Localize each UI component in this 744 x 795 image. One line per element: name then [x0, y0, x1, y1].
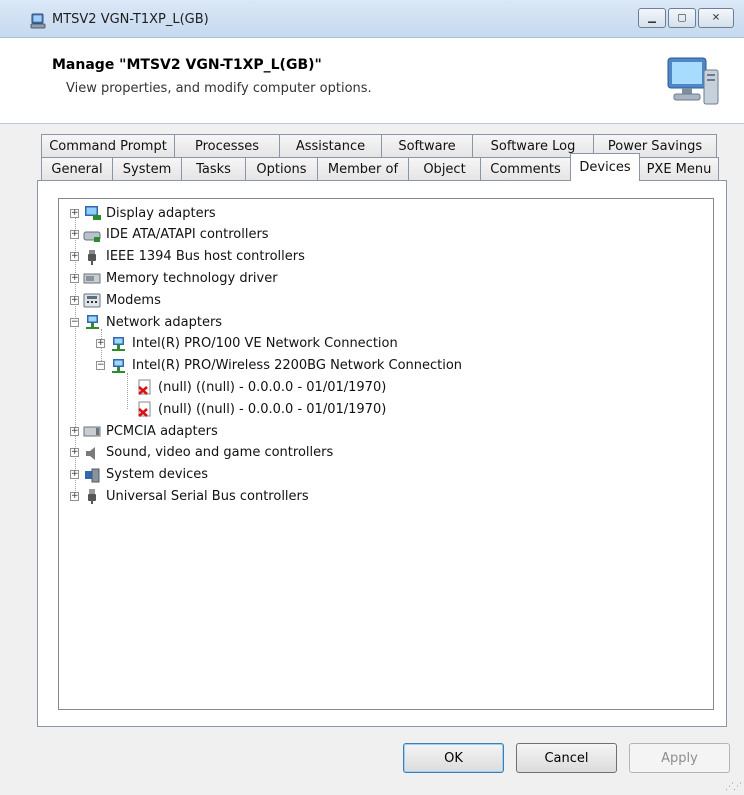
tab-comments[interactable]: Comments [480, 157, 571, 181]
maximize-icon: ▢ [677, 12, 687, 24]
ieee1394-icon [88, 249, 96, 265]
expand-icon[interactable]: + [70, 252, 79, 262]
tab-member-of[interactable]: Member of [317, 157, 409, 181]
tree-item-label: Intel(R) PRO/100 VE Network Connection [132, 336, 398, 352]
window-controls: ▁ ▢ ✕ [638, 8, 734, 28]
tree-item[interactable]: + Modems [70, 290, 161, 310]
tree-item[interactable]: + System devices [70, 465, 208, 485]
tree-item-label: Display adapters [106, 205, 216, 221]
speaker-icon [86, 446, 95, 460]
tree-item-label: Modems [106, 292, 161, 308]
ide-controller-icon [83, 231, 101, 242]
computer-header-icon [667, 57, 719, 105]
tree-item[interactable]: + Intel(R) PRO/100 VE Network Connection [96, 334, 398, 354]
collapse-icon[interactable]: − [96, 361, 105, 371]
pcmcia-icon [83, 426, 101, 437]
tab-pxe-menu[interactable]: PXE Menu [639, 157, 719, 181]
minimize-button[interactable]: ▁ [638, 8, 666, 28]
resize-grip-icon[interactable]: ⋰⋰ [725, 782, 742, 792]
tab-general[interactable]: General [41, 157, 113, 181]
window-title: MTSV2 VGN-T1XP_L(GB) [52, 12, 209, 27]
close-button[interactable]: ✕ [698, 8, 734, 28]
tree-item[interactable]: + IDE ATA/ATAPI controllers [70, 225, 269, 245]
tree-item-label: Sound, video and game controllers [106, 445, 334, 461]
memory-icon [83, 273, 101, 284]
error-document-icon [138, 379, 151, 396]
tab-tasks[interactable]: Tasks [181, 157, 246, 181]
expand-icon[interactable]: + [70, 448, 79, 458]
tab-row-bottom: General System Tasks Options Member of O… [41, 153, 719, 181]
expand-icon[interactable]: + [70, 273, 79, 283]
tree-item[interactable]: − Intel(R) PRO/Wireless 2200BG Network Co… [96, 356, 462, 376]
tree-item[interactable]: (null) ((null) - 0.0.0.0 - 01/01/1970) [122, 377, 386, 397]
tree-item-label: IEEE 1394 Bus host controllers [106, 249, 305, 265]
tab-object[interactable]: Object [408, 157, 481, 181]
tab-software[interactable]: Software [381, 134, 473, 158]
usb-icon [88, 489, 96, 505]
tab-command-prompt[interactable]: Command Prompt [41, 134, 175, 158]
header-title: Manage "MTSV2 VGN-T1XP_L(GB)" [52, 57, 322, 73]
maximize-button[interactable]: ▢ [668, 8, 696, 28]
tab-assistance[interactable]: Assistance [279, 134, 382, 158]
expand-icon[interactable]: + [70, 470, 79, 480]
cancel-button[interactable]: Cancel [516, 743, 617, 773]
tab-options[interactable]: Options [245, 157, 318, 181]
computer-icon [30, 13, 46, 29]
tab-processes[interactable]: Processes [174, 134, 280, 158]
expand-icon[interactable]: + [70, 295, 79, 305]
tree-item-label: System devices [106, 467, 209, 483]
tree-item[interactable]: + Memory technology driver [70, 268, 278, 288]
error-document-icon [138, 401, 151, 418]
title-bar[interactable]: MTSV2 VGN-T1XP_L(GB) ▁ ▢ ✕ [0, 0, 744, 38]
tree-item[interactable]: + Universal Serial Bus controllers [70, 486, 309, 506]
expand-icon[interactable]: + [70, 426, 79, 436]
tree-item-label: (null) ((null) - 0.0.0.0 - 01/01/1970) [158, 379, 387, 395]
tree-item-label: Intel(R) PRO/Wireless 2200BG Network Con… [132, 358, 463, 374]
tree-item[interactable]: − Network adapters [70, 312, 222, 332]
tree-item[interactable]: + PCMCIA adapters [70, 421, 218, 441]
close-icon: ✕ [711, 12, 721, 24]
tree-item[interactable]: + Sound, video and game controllers [70, 443, 333, 463]
network-adapter-icon [112, 336, 125, 351]
minimize-icon: ▁ [648, 12, 656, 24]
modem-icon [83, 293, 101, 308]
expand-icon[interactable]: + [70, 230, 79, 240]
tree-item-label: IDE ATA/ATAPI controllers [106, 227, 269, 243]
ok-button[interactable]: OK [403, 743, 504, 773]
header-subtitle: View properties, and modify computer opt… [66, 81, 372, 96]
tree-item-label: Universal Serial Bus controllers [106, 488, 309, 504]
tree-item-label: (null) ((null) - 0.0.0.0 - 01/01/1970) [158, 401, 387, 417]
display-adapter-icon [85, 206, 101, 220]
expand-icon[interactable]: + [96, 339, 105, 349]
tree-item-label: Memory technology driver [106, 270, 278, 286]
network-adapter-icon [112, 358, 125, 373]
expand-icon[interactable]: + [70, 491, 79, 501]
expand-icon[interactable]: + [70, 208, 79, 218]
tree-item[interactable]: + Display adapters [70, 203, 216, 223]
apply-button[interactable]: Apply [629, 743, 730, 773]
dialog-header: Manage "MTSV2 VGN-T1XP_L(GB)" View prope… [0, 38, 744, 124]
tree-item-label: Network adapters [106, 314, 223, 330]
tree-item-label: PCMCIA adapters [106, 423, 218, 439]
devices-tab-panel: + Display adapters + IDE ATA/ATAPI controll… [37, 180, 727, 727]
system-device-icon [85, 468, 100, 483]
tab-devices[interactable]: Devices [570, 153, 640, 181]
device-tree[interactable]: + Display adapters + IDE ATA/ATAPI controll… [58, 198, 714, 710]
network-adapter-icon [86, 315, 99, 329]
tree-item[interactable]: + IEEE 1394 Bus host controllers [70, 247, 305, 267]
tree-item[interactable]: (null) ((null) - 0.0.0.0 - 01/01/1970) [122, 399, 386, 419]
collapse-icon[interactable]: − [70, 317, 79, 327]
tab-system[interactable]: System [112, 157, 182, 181]
manage-computer-dialog: MTSV2 VGN-T1XP_L(GB) ▁ ▢ ✕ Manage "MTSV2… [0, 0, 744, 795]
